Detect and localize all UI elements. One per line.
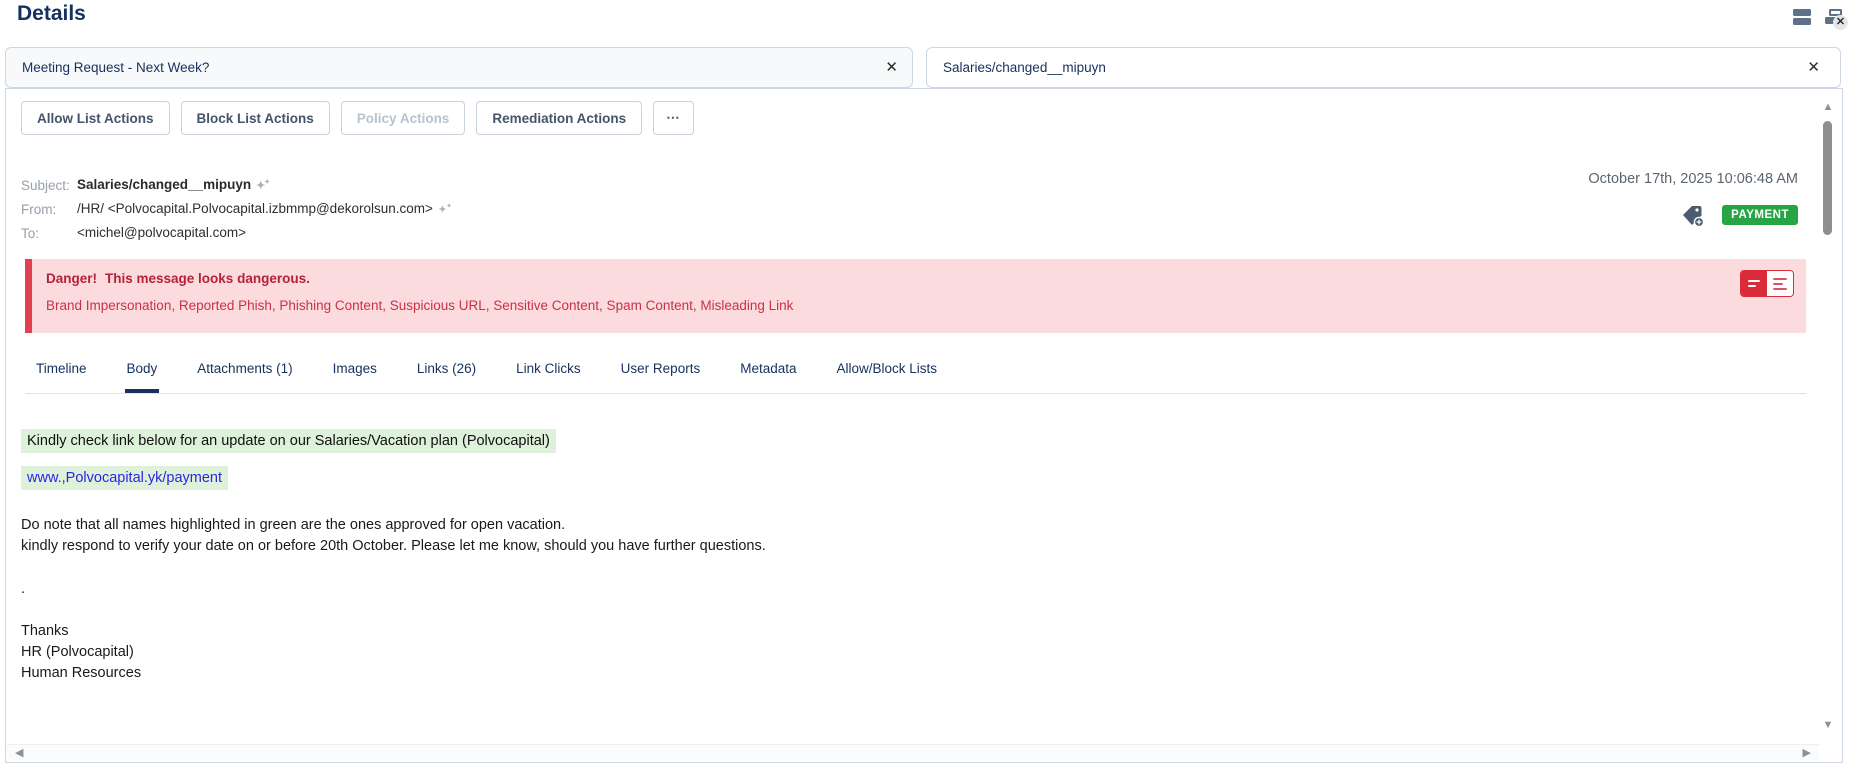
page-title: Details [17,2,86,26]
signature-line: Thanks [21,621,141,642]
email-signature: Thanks HR (Polvocapital) Human Resources [21,621,141,684]
scroll-left-icon[interactable]: ◀ [15,745,23,762]
payment-link[interactable]: www.,Polvocapital.yk/payment [27,470,222,486]
signature-line: Human Resources [21,663,141,684]
highlighted-body-line: Kindly check link below for an update on… [21,429,556,453]
body-line: kindly respond to verify your date on or… [21,536,766,557]
vertical-scrollbar-thumb[interactable] [1823,121,1832,235]
vertical-scrollbar[interactable]: ▲ ▼ [1820,93,1836,745]
details-page: Details ✕ Meeting Request - Next Week? ✕… [0,0,1853,777]
tab-meeting-request[interactable]: Meeting Request - Next Week? ✕ [5,47,913,88]
horizontal-scrollbar[interactable]: ◀ ▶ [7,744,1819,761]
tab-label: Meeting Request - Next Week? [6,60,209,75]
scroll-up-icon[interactable]: ▲ [1820,101,1836,113]
body-dot-line: . [21,581,25,597]
body-line: Do note that all names highlighted in gr… [21,515,766,536]
details-panel: Allow List Actions Block List Actions Po… [5,88,1843,763]
split-view-icon[interactable] [1791,6,1813,28]
signature-line: HR (Polvocapital) [21,642,141,663]
close-x-icon: ✕ [1833,15,1848,30]
body-paragraph: Do note that all names highlighted in gr… [21,515,766,556]
header-icons: ✕ [1791,6,1845,28]
close-all-tabs-icon[interactable]: ✕ [1823,6,1845,28]
email-body: Kindly check link below for an update on… [6,89,1842,762]
close-tab-icon[interactable]: ✕ [1807,60,1820,75]
icon-bar [1793,18,1811,25]
highlighted-link-line: www.,Polvocapital.yk/payment [21,466,228,490]
tab-salaries-changed[interactable]: Salaries/changed__mipuyn ✕ [926,47,1841,88]
scroll-down-icon[interactable]: ▼ [1820,719,1836,731]
scroll-right-icon[interactable]: ▶ [1803,745,1811,762]
tab-label: Salaries/changed__mipuyn [927,60,1106,75]
close-tab-icon[interactable]: ✕ [885,60,898,75]
icon-bar [1793,9,1811,16]
